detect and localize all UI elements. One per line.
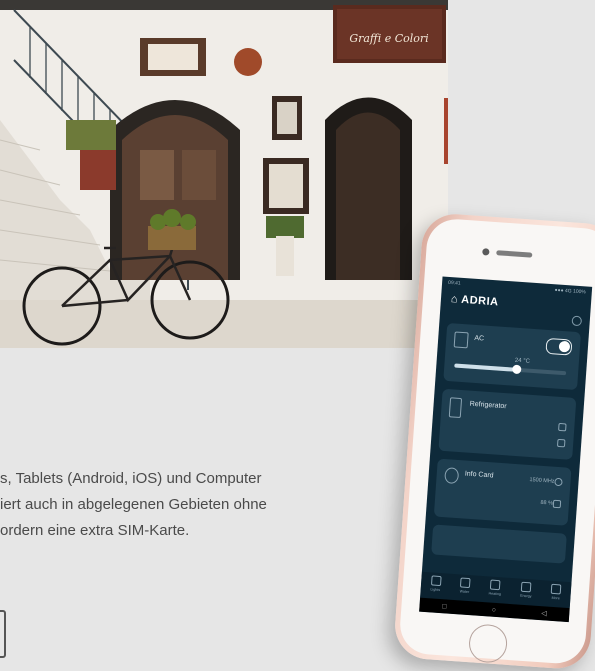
smartphone-mockup: 09:41 ●●● 4G 100% ⌂ ADRIA AC 24 °C Refri… bbox=[392, 212, 595, 671]
tab-lights-label: Lights bbox=[430, 587, 441, 593]
earpiece-speaker bbox=[496, 250, 533, 258]
settings-gear-icon[interactable] bbox=[571, 315, 583, 327]
router-icon bbox=[444, 467, 460, 485]
tab-water[interactable]: Water bbox=[459, 577, 471, 595]
flame-icon bbox=[490, 579, 501, 591]
article-line-2: iert auch in abgelegenen Gebieten ohne bbox=[0, 496, 267, 513]
info-readout-frequency: 1500 MHz bbox=[529, 477, 555, 485]
app-logo: ⌂ ADRIA bbox=[451, 293, 499, 308]
lightbulb-icon bbox=[430, 575, 442, 587]
ac-slider-knob[interactable] bbox=[511, 364, 522, 375]
status-indicators: ●●● 4G 100% bbox=[554, 287, 586, 296]
tab-lights[interactable]: Lights bbox=[430, 575, 442, 593]
hero-photo: Graffi e Colori bbox=[0, 0, 448, 348]
tab-energy-label: Energy bbox=[520, 593, 532, 599]
nav-back-button[interactable]: ◁ bbox=[541, 609, 547, 617]
signal-icon bbox=[554, 477, 563, 487]
water-drop-icon bbox=[459, 577, 471, 589]
info-readout-percent: 88 % bbox=[540, 499, 554, 507]
battery-icon bbox=[521, 581, 532, 593]
nav-recent-button[interactable]: □ bbox=[442, 603, 447, 610]
snowflake-icon bbox=[558, 422, 567, 432]
brand-name: ADRIA bbox=[460, 293, 499, 309]
tab-heating[interactable]: Heating bbox=[488, 579, 501, 596]
shop-sign-text: Graffi e Colori bbox=[349, 32, 428, 45]
app-screen: 09:41 ●●● 4G 100% ⌂ ADRIA AC 24 °C Refri… bbox=[419, 276, 593, 623]
tab-more-label: More bbox=[551, 595, 560, 601]
ac-card[interactable]: AC 24 °C bbox=[443, 322, 581, 391]
tab-more[interactable]: More bbox=[551, 583, 562, 601]
info-card[interactable]: Info Card 1500 MHz 88 % bbox=[433, 458, 572, 526]
front-camera-icon bbox=[482, 248, 490, 256]
fridge-icon bbox=[448, 397, 463, 419]
ac-temperature: 24 °C bbox=[514, 357, 531, 365]
ac-slider-fill bbox=[454, 363, 516, 372]
tab-energy[interactable]: Energy bbox=[520, 581, 532, 599]
refrigerator-card-title: Refrigerator bbox=[469, 400, 507, 411]
street-scene-illustration: Graffi e Colori bbox=[0, 0, 448, 348]
phone-face: 09:41 ●●● 4G 100% ⌂ ADRIA AC 24 °C Refri… bbox=[398, 217, 595, 666]
refrigerator-card[interactable]: Refrigerator bbox=[438, 388, 577, 460]
cut-off-button-outline[interactable] bbox=[0, 610, 6, 658]
nav-home-button[interactable]: ○ bbox=[491, 606, 496, 613]
tab-water-label: Water bbox=[459, 589, 470, 595]
tab-heating-label: Heating bbox=[488, 591, 502, 597]
article-text: s, Tablets (Android, iOS) und Computer i… bbox=[0, 466, 440, 544]
article-line-1: s, Tablets (Android, iOS) und Computer bbox=[0, 470, 262, 487]
ac-unit-icon bbox=[453, 331, 469, 349]
lock-icon bbox=[552, 499, 562, 509]
ac-temperature-slider[interactable] bbox=[454, 363, 567, 376]
thermometer-icon bbox=[556, 438, 566, 448]
status-time: 09:41 bbox=[447, 279, 461, 287]
article-line-3: ordern eine extra SIM-Karte. bbox=[0, 522, 190, 539]
info-card-title: Info Card bbox=[464, 470, 494, 480]
ac-card-title: AC bbox=[474, 334, 485, 343]
more-icon bbox=[551, 583, 562, 595]
partial-card[interactable] bbox=[431, 524, 567, 564]
ac-power-toggle[interactable] bbox=[545, 337, 573, 356]
